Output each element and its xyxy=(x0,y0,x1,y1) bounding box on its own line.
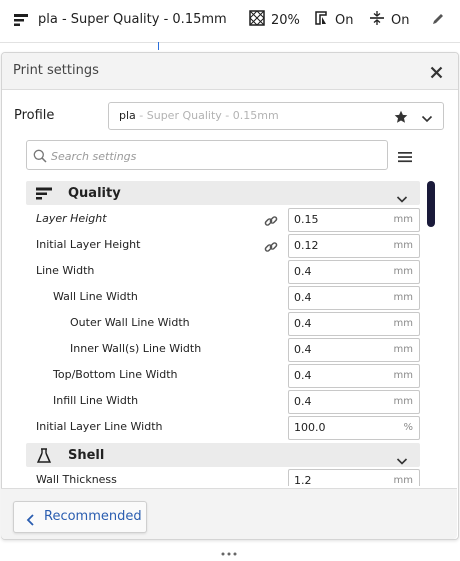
scrollbar-thumb[interactable] xyxy=(427,181,435,227)
drag-handle-icon[interactable] xyxy=(219,542,239,561)
star-icon[interactable] xyxy=(394,109,408,128)
setting-row-wall-line-width: Wall Line Width 0.4 mm xyxy=(26,285,420,311)
setting-input[interactable]: 0.4 mm xyxy=(288,260,420,284)
chevron-down-icon[interactable] xyxy=(421,110,433,129)
setting-input[interactable]: 0.4 mm xyxy=(288,364,420,388)
setting-label: Top/Bottom Line Width xyxy=(53,368,178,381)
setting-label: Wall Line Width xyxy=(53,290,138,303)
setting-label: Infill Line Width xyxy=(53,394,139,407)
adhesion-icon xyxy=(369,10,385,30)
category-label: Shell xyxy=(68,448,105,463)
chevron-left-icon xyxy=(26,511,35,530)
category-label: Quality xyxy=(68,186,121,201)
profile-name: pla - Super Quality - 0.15mm xyxy=(119,109,279,122)
profile-dropdown[interactable]: pla - Super Quality - 0.15mm xyxy=(108,102,444,130)
timeline-marker xyxy=(158,42,159,50)
support-stat[interactable]: On xyxy=(313,9,353,31)
support-value: On xyxy=(335,12,354,28)
setting-input[interactable]: 1.2 mm xyxy=(288,469,420,486)
search-box[interactable] xyxy=(26,140,388,170)
setting-input[interactable]: 0.4 mm xyxy=(288,338,420,362)
infill-value: 20% xyxy=(271,12,300,28)
setting-label: Layer Height xyxy=(36,212,107,225)
setting-row-line-width: Line Width 0.4 mm xyxy=(26,259,420,285)
support-icon xyxy=(313,10,329,30)
setting-row-initial-layer-line-width: Initial Layer Line Width 100.0 % xyxy=(26,415,420,441)
setting-label: Wall Thickness xyxy=(36,473,117,486)
profile-summary[interactable]: pla - Super Quality - 0.15mm xyxy=(38,12,227,27)
top-header-bar: pla - Super Quality - 0.15mm 20% On On xyxy=(0,0,460,50)
setting-label: Outer Wall Line Width xyxy=(70,316,190,329)
panel-footer: Recommended xyxy=(1,488,457,539)
chevron-down-icon[interactable] xyxy=(396,189,408,208)
setting-label: Line Width xyxy=(36,264,95,277)
setting-input[interactable]: 0.15 mm xyxy=(288,208,420,232)
panel-header: Print settings xyxy=(2,53,458,90)
profile-label: Profile xyxy=(14,108,55,123)
recommended-label: Recommended xyxy=(44,509,142,524)
menu-icon[interactable] xyxy=(398,148,412,167)
setting-row-initial-layer-height: Initial Layer Height 0.12 mm xyxy=(26,233,420,259)
close-icon[interactable] xyxy=(430,64,443,83)
setting-row-infill-line-width: Infill Line Width 0.4 mm xyxy=(26,389,420,415)
pencil-icon[interactable] xyxy=(430,11,446,31)
setting-row-outer-wall-line-width: Outer Wall Line Width 0.4 mm xyxy=(26,311,420,337)
quality-icon xyxy=(36,186,52,205)
setting-input[interactable]: 100.0 % xyxy=(288,416,420,440)
infill-stat[interactable]: 20% xyxy=(249,9,300,31)
setting-label: Inner Wall(s) Line Width xyxy=(70,342,202,355)
setting-input[interactable]: 0.12 mm xyxy=(288,234,420,258)
setting-row-wall-thickness: Wall Thickness 1.2 mm xyxy=(26,468,420,486)
panel-title: Print settings xyxy=(13,63,99,78)
link-icon[interactable] xyxy=(264,239,278,258)
print-settings-icon xyxy=(12,11,30,33)
link-icon[interactable] xyxy=(264,213,278,232)
setting-row-layer-height: Layer Height 0.15 mm xyxy=(26,207,420,233)
setting-label: Initial Layer Line Width xyxy=(36,420,163,433)
adhesion-value: On xyxy=(391,12,410,28)
print-settings-panel: Print settings Profile pla - Super Quali… xyxy=(1,52,459,540)
search-icon xyxy=(33,148,47,167)
setting-row-top-bottom-line-width: Top/Bottom Line Width 0.4 mm xyxy=(26,363,420,389)
search-input[interactable] xyxy=(49,145,383,167)
setting-input[interactable]: 0.4 mm xyxy=(288,286,420,310)
setting-label: Initial Layer Height xyxy=(36,238,141,251)
adhesion-stat[interactable]: On xyxy=(369,9,409,31)
recommended-button[interactable]: Recommended xyxy=(13,501,147,533)
category-quality[interactable]: Quality xyxy=(26,181,420,205)
setting-input[interactable]: 0.4 mm xyxy=(288,390,420,414)
category-shell[interactable]: Shell xyxy=(26,443,420,467)
setting-input[interactable]: 0.4 mm xyxy=(288,312,420,336)
shell-icon xyxy=(36,448,52,468)
infill-icon xyxy=(249,10,265,30)
setting-row-inner-wall-line-width: Inner Wall(s) Line Width 0.4 mm xyxy=(26,337,420,363)
